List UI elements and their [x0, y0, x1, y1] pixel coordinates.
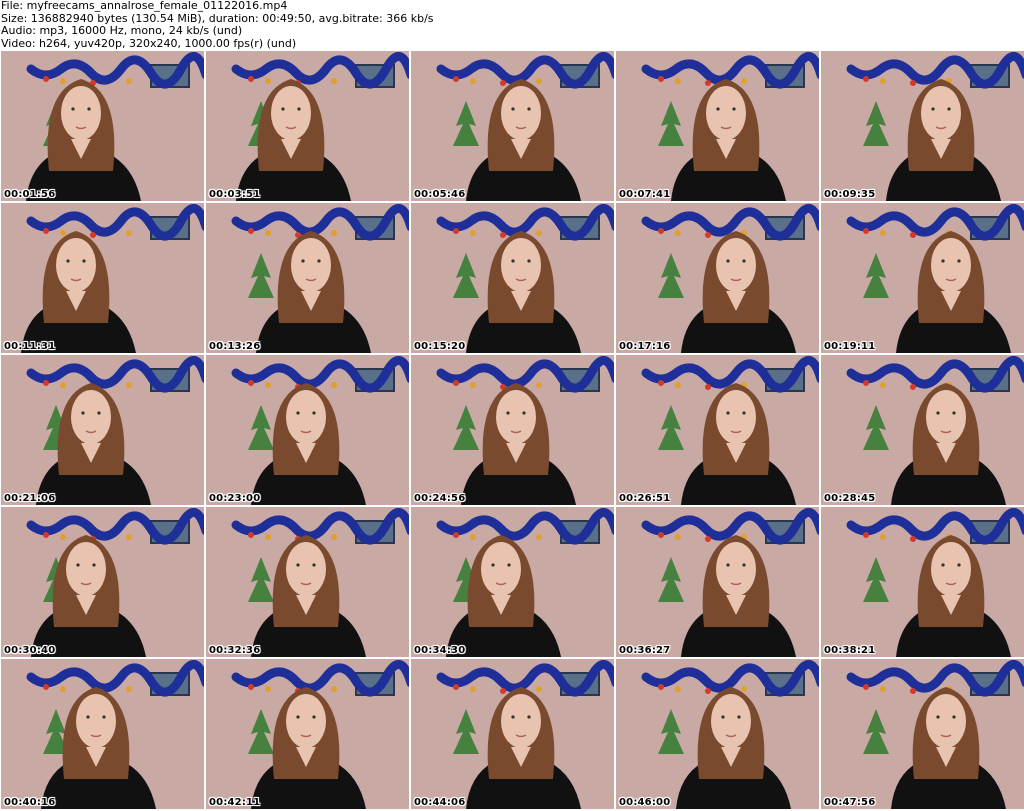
- thumbnail-timestamp: 00:40:16: [4, 797, 56, 808]
- video-thumbnail: 00:46:00: [616, 659, 819, 809]
- video-thumbnail: 00:26:51: [616, 355, 819, 505]
- video-thumbnail: 00:38:21: [821, 507, 1024, 657]
- thumbnail-timestamp: 00:21:06: [4, 493, 56, 504]
- thumbnail-frame-image: [206, 203, 409, 353]
- thumbnail-frame-image: [616, 203, 819, 353]
- audio-info-line: Audio: mp3, 16000 Hz, mono, 24 kb/s (und…: [1, 24, 243, 37]
- thumbnail-timestamp: 00:42:11: [209, 797, 261, 808]
- thumbnail-timestamp: 00:36:27: [619, 645, 671, 656]
- video-thumbnail: 00:21:06: [1, 355, 204, 505]
- thumbnail-frame-image: [821, 203, 1024, 353]
- thumbnail-frame-image: [206, 51, 409, 201]
- thumbnail-frame-image: [821, 507, 1024, 657]
- video-info-line: Video: h264, yuv420p, 320x240, 1000.00 f…: [1, 36, 297, 50]
- video-thumbnail: 00:17:16: [616, 203, 819, 353]
- thumbnail-timestamp: 00:17:16: [619, 341, 671, 352]
- video-thumbnail: 00:11:31: [1, 203, 204, 353]
- thumbnail-timestamp: 00:28:45: [824, 493, 876, 504]
- thumbnail-timestamp: 00:46:00: [619, 797, 671, 808]
- thumbnail-timestamp: 00:05:46: [414, 189, 466, 200]
- thumbnail-frame-image: [411, 355, 614, 505]
- video-thumbnail: 00:36:27: [616, 507, 819, 657]
- video-thumbnail: 00:30:40: [1, 507, 204, 657]
- video-thumbnail: 00:34:30: [411, 507, 614, 657]
- video-thumbnail: 00:07:41: [616, 51, 819, 201]
- thumbnail-frame-image: [821, 51, 1024, 201]
- video-thumbnail: 00:15:20: [411, 203, 614, 353]
- thumbnail-frame-image: [206, 355, 409, 505]
- video-thumbnail: 00:24:56: [411, 355, 614, 505]
- thumbnail-timestamp: 00:47:56: [824, 797, 876, 808]
- video-thumbnail: 00:28:45: [821, 355, 1024, 505]
- thumbnail-timestamp: 00:26:51: [619, 493, 671, 504]
- file-name-line: File: myfreecams_annalrose_female_011220…: [1, 0, 288, 12]
- thumbnail-frame-image: [821, 659, 1024, 809]
- thumbnail-frame-image: [411, 203, 614, 353]
- thumbnail-frame-image: [616, 355, 819, 505]
- thumbnail-timestamp: 00:03:51: [209, 189, 261, 200]
- video-thumbnail: 00:01:56: [1, 51, 204, 201]
- video-thumbnail: 00:47:56: [821, 659, 1024, 809]
- video-thumbnail: 00:40:16: [1, 659, 204, 809]
- thumbnail-timestamp: 00:11:31: [4, 341, 56, 352]
- thumbnail-frame-image: [411, 51, 614, 201]
- thumbnail-timestamp: 00:38:21: [824, 645, 876, 656]
- thumbnail-timestamp: 00:24:56: [414, 493, 466, 504]
- thumbnail-frame-image: [616, 507, 819, 657]
- thumbnail-timestamp: 00:09:35: [824, 189, 876, 200]
- thumbnail-frame-image: [1, 203, 204, 353]
- video-thumbnail: 00:19:11: [821, 203, 1024, 353]
- thumbnail-frame-image: [821, 355, 1024, 505]
- video-thumbnail: 00:44:06: [411, 659, 614, 809]
- thumbnail-frame-image: [206, 507, 409, 657]
- thumbnail-timestamp: 00:07:41: [619, 189, 671, 200]
- video-thumbnail: 00:05:46: [411, 51, 614, 201]
- thumbnail-timestamp: 00:34:30: [414, 645, 466, 656]
- video-thumbnail: 00:09:35: [821, 51, 1024, 201]
- thumbnail-frame-image: [1, 355, 204, 505]
- thumbnail-timestamp: 00:30:40: [4, 645, 56, 656]
- thumbnail-timestamp: 00:19:11: [824, 341, 876, 352]
- video-thumbnail: 00:03:51: [206, 51, 409, 201]
- thumbnail-frame-image: [411, 507, 614, 657]
- thumbnail-timestamp: 00:15:20: [414, 341, 466, 352]
- thumbnail-timestamp: 00:23:00: [209, 493, 261, 504]
- thumbnail-frame-image: [1, 51, 204, 201]
- thumbnail-frame-image: [616, 51, 819, 201]
- thumbnail-grid: 00:01:56 00:03:51 00:05:46 00:07:41 00:09:35…: [0, 50, 1024, 811]
- video-thumbnail: 00:13:26: [206, 203, 409, 353]
- thumbnail-timestamp: 00:32:36: [209, 645, 261, 656]
- thumbnail-frame-image: [1, 507, 204, 657]
- thumbnail-timestamp: 00:01:56: [4, 189, 56, 200]
- thumbnail-frame-image: [411, 659, 614, 809]
- video-thumbnail: 00:23:00: [206, 355, 409, 505]
- thumbnail-frame-image: [206, 659, 409, 809]
- thumbnail-frame-image: [1, 659, 204, 809]
- video-thumbnail: 00:42:11: [206, 659, 409, 809]
- thumbnail-frame-image: [616, 659, 819, 809]
- video-thumbnail: 00:32:36: [206, 507, 409, 657]
- file-info-header: File: myfreecams_annalrose_female_011220…: [1, 0, 434, 50]
- thumbnail-timestamp: 00:44:06: [414, 797, 466, 808]
- thumbnail-timestamp: 00:13:26: [209, 341, 261, 352]
